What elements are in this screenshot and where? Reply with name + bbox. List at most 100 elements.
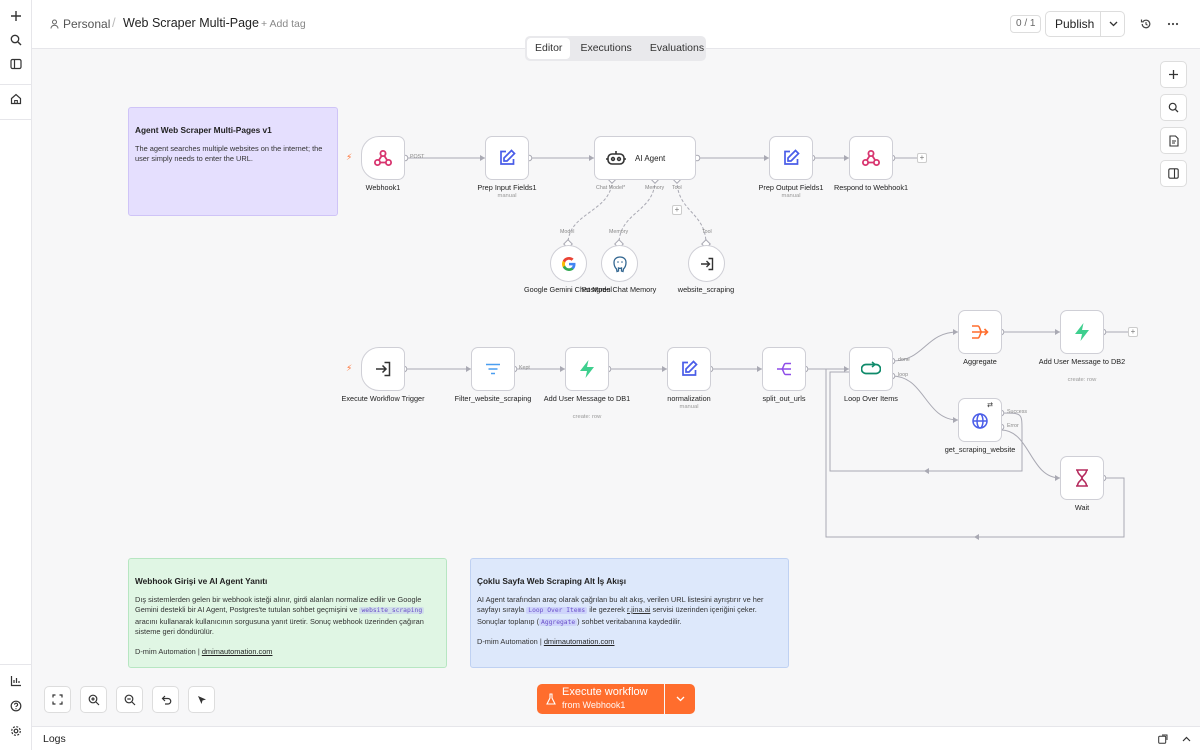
- robot-icon: [606, 151, 626, 165]
- aggregate-icon: [972, 325, 989, 339]
- node-label: Aggregate: [963, 357, 997, 366]
- execute-workflow-label: Execute workflow: [562, 686, 648, 698]
- plus-icon: [1169, 70, 1178, 79]
- google-icon: [561, 256, 575, 271]
- fit-view-icon: [52, 694, 63, 705]
- node-respond-to-webhook1[interactable]: [849, 136, 893, 180]
- panel-icon: [1168, 168, 1179, 179]
- node-google-gemini-chat-model[interactable]: [550, 245, 587, 282]
- split-out-icon: [777, 362, 791, 376]
- node-label: Webhook1: [365, 183, 401, 192]
- edit-pencil-icon: [682, 360, 698, 376]
- node-label: Execute Workflow Trigger: [341, 394, 425, 403]
- node-aggregate[interactable]: [958, 310, 1002, 354]
- execute-trigger-icon: [376, 361, 391, 377]
- filter-icon: [486, 363, 500, 375]
- add-node-button[interactable]: [1160, 61, 1187, 88]
- node-website-scraping-tool[interactable]: [688, 245, 725, 282]
- add-tool-button[interactable]: +: [672, 205, 682, 215]
- node-label: Add User Message to DB1: [543, 394, 631, 403]
- logs-label: Logs: [43, 733, 66, 745]
- node-webhook1[interactable]: [361, 136, 405, 180]
- note-icon: [1168, 134, 1179, 147]
- node-prep-input-fields1[interactable]: [485, 136, 529, 180]
- cursor-sparkle-icon: [197, 695, 206, 704]
- hourglass-icon: [1076, 469, 1088, 487]
- zoom-out-icon: [124, 694, 135, 705]
- wire-label-success: Success: [1007, 409, 1028, 415]
- tool-enter-icon: [700, 257, 713, 270]
- postgres-elephant-icon: [612, 255, 627, 272]
- node-add-user-message-db1[interactable]: [565, 347, 609, 391]
- add-after-db2-button[interactable]: +: [1128, 327, 1138, 337]
- fit-view-button[interactable]: [44, 686, 71, 713]
- node-label: AI Agent: [635, 153, 666, 163]
- node-label: Add User Message to DB2: [1038, 357, 1126, 366]
- undo-icon: [161, 695, 171, 705]
- node-wait[interactable]: [1060, 456, 1104, 500]
- add-after-respond-button[interactable]: +: [917, 153, 927, 163]
- handle-label-chat-model: Chat Model*: [596, 185, 626, 191]
- node-get-scraping-website[interactable]: ⇄: [958, 398, 1002, 442]
- node-label: website_scraping: [677, 285, 735, 294]
- webhook-icon: [374, 150, 392, 166]
- node-subtitle: create: row: [572, 414, 602, 420]
- node-subtitle: manual: [497, 193, 517, 199]
- node-ai-agent[interactable]: AI Agent: [594, 136, 696, 180]
- node-prep-output-fields1[interactable]: [769, 136, 813, 180]
- undo-button[interactable]: [152, 686, 179, 713]
- toggle-panel-button[interactable]: [1160, 160, 1187, 187]
- handle-label-tool: Tool: [672, 185, 682, 191]
- node-label: get_scraping_website: [944, 445, 1016, 454]
- edit-pencil-icon: [500, 149, 516, 165]
- handle-label-memory: Memory: [645, 185, 665, 191]
- tidy-up-button[interactable]: [188, 686, 215, 713]
- wire-label-post: POST: [410, 154, 425, 160]
- globe-icon: [972, 413, 988, 429]
- webhook-icon: [862, 150, 880, 166]
- tab-editor[interactable]: Editor: [527, 38, 571, 59]
- trigger-bolt-icon: ⚡: [346, 152, 353, 162]
- search-nodes-button[interactable]: [1160, 94, 1187, 121]
- node-label: Respond to Webhook1: [833, 183, 909, 192]
- node-filter-website-scraping[interactable]: [471, 347, 515, 391]
- tab-executions[interactable]: Executions: [572, 38, 639, 59]
- zoom-in-button[interactable]: [80, 686, 107, 713]
- logs-panel-bar[interactable]: Logs: [32, 726, 1200, 750]
- node-split-out-urls[interactable]: [762, 347, 806, 391]
- chevron-up-icon[interactable]: [1182, 736, 1191, 742]
- wire-label-done: done: [898, 357, 910, 363]
- node-subtitle: create: row: [1067, 377, 1097, 383]
- wire-label-loop: loop: [898, 372, 909, 378]
- handle-label-tool-in: Tool: [702, 229, 712, 235]
- handle-label-memory-in: Memory: [609, 229, 629, 235]
- chevron-down-icon: [676, 696, 684, 702]
- supabase-bolt-icon: [1075, 323, 1089, 341]
- node-execute-workflow-trigger[interactable]: [361, 347, 405, 391]
- retry-arrows-icon: ⇄: [987, 402, 993, 409]
- node-label: Loop Over Items: [844, 394, 898, 403]
- wire-label-kept: Kept: [519, 365, 530, 371]
- node-label: Wait: [1074, 503, 1090, 512]
- execute-workflow-source: from Webhook1: [562, 700, 626, 710]
- edit-pencil-icon: [784, 149, 800, 165]
- zoom-out-button[interactable]: [116, 686, 143, 713]
- flask-icon: [546, 693, 556, 705]
- node-loop-over-items[interactable]: [849, 347, 893, 391]
- popout-icon[interactable]: [1158, 734, 1168, 744]
- node-subtitle: manual: [781, 193, 801, 199]
- node-normalization[interactable]: [667, 347, 711, 391]
- execute-workflow-button[interactable]: Execute workflow from Webhook1: [537, 684, 664, 714]
- tab-evaluations[interactable]: Evaluations: [642, 38, 712, 59]
- trigger-bolt-icon: ⚡: [346, 363, 353, 373]
- node-add-user-message-db2[interactable]: [1060, 310, 1104, 354]
- sticky-note-button[interactable]: [1160, 127, 1187, 154]
- search-icon: [1168, 102, 1179, 113]
- execute-workflow-dropdown[interactable]: [665, 684, 695, 714]
- zoom-in-icon: [88, 694, 99, 705]
- node-label: normalization: [667, 394, 711, 403]
- node-postgres-chat-memory[interactable]: [601, 245, 638, 282]
- wire-label-error: Error: [1007, 423, 1019, 429]
- supabase-bolt-icon: [580, 360, 594, 378]
- node-label: Prep Input Fields1: [477, 183, 537, 192]
